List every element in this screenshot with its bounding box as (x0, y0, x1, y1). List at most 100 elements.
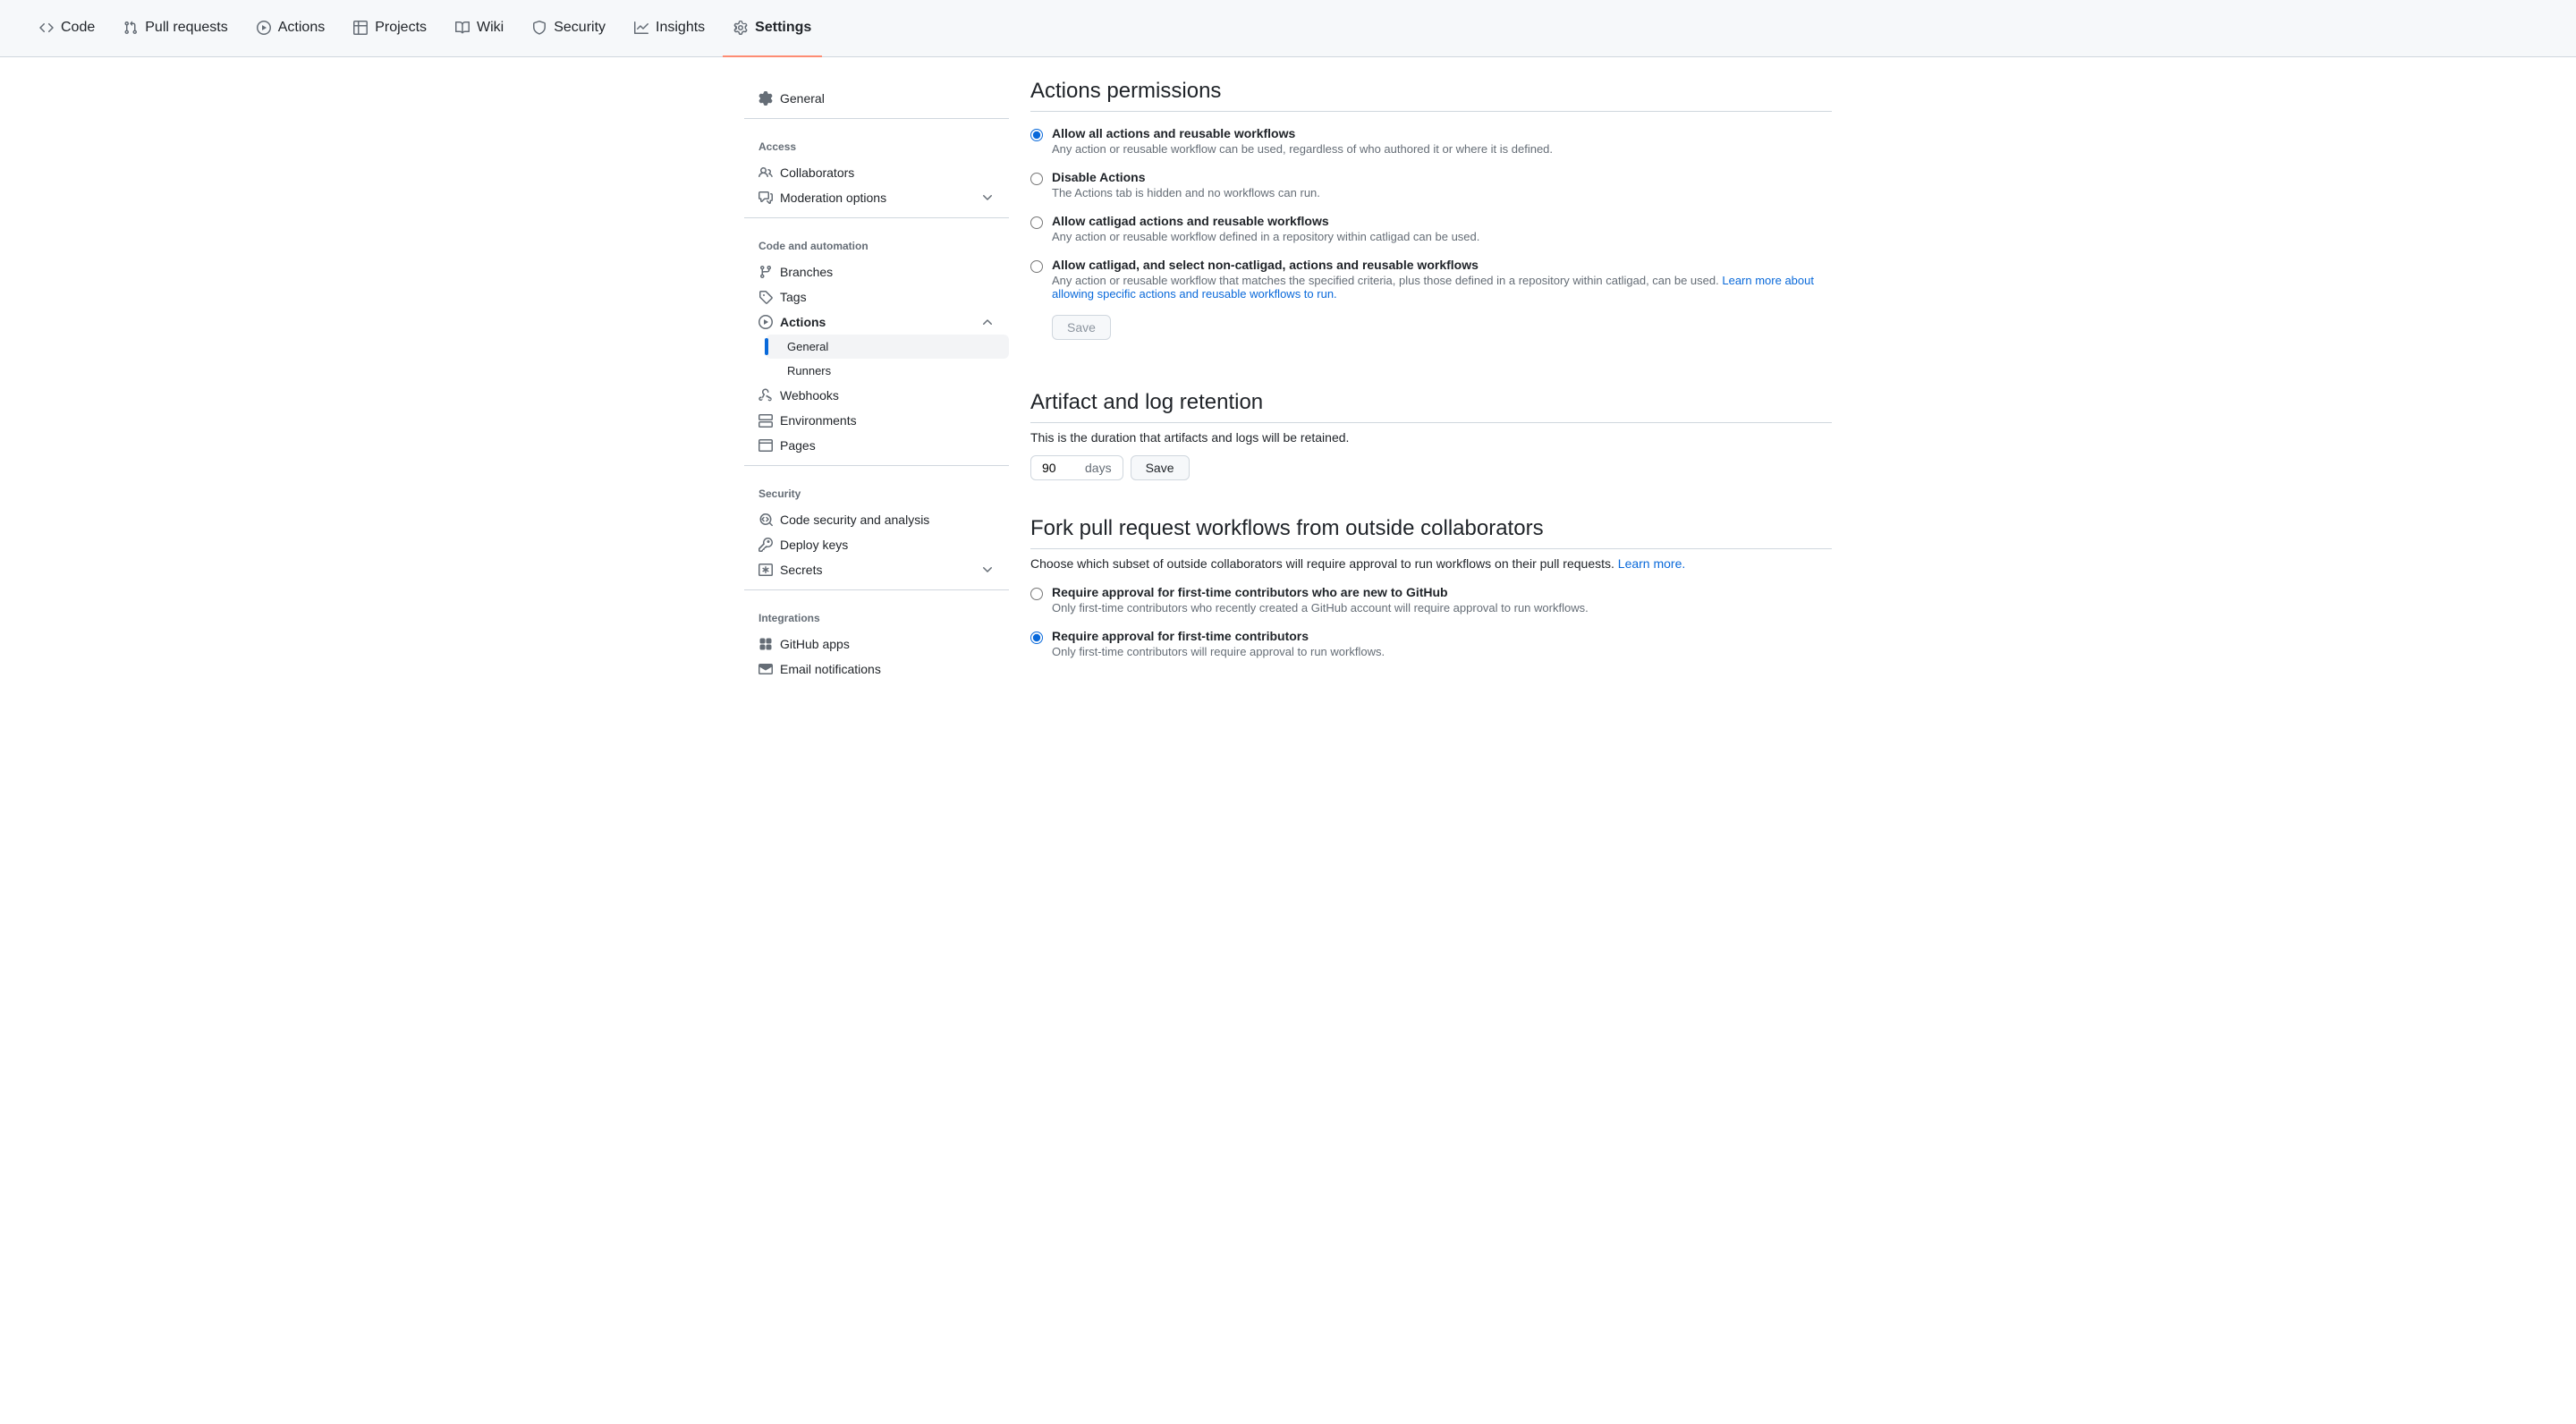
sidebar-item-label: Branches (780, 265, 833, 279)
sidebar-item-webhooks[interactable]: Webhooks (744, 383, 1009, 408)
sidebar-item-actions-general[interactable]: General (766, 335, 1009, 359)
tab-label: Projects (375, 20, 427, 36)
sidebar-item-label: Environments (780, 413, 857, 428)
tab-label: Insights (656, 20, 705, 36)
sidebar-item-label: Runners (787, 364, 831, 377)
fork-desc: Choose which subset of outside collabora… (1030, 556, 1832, 571)
sidebar-item-email-notifications[interactable]: Email notifications (744, 657, 1009, 682)
retention-save-button[interactable]: Save (1131, 455, 1190, 480)
play-icon (758, 315, 773, 329)
radio-disable-actions[interactable] (1030, 173, 1043, 185)
comment-discussion-icon (758, 191, 773, 205)
sidebar-item-environments[interactable]: Environments (744, 408, 1009, 433)
git-pull-request-icon (123, 21, 138, 35)
sidebar-item-branches[interactable]: Branches (744, 259, 1009, 284)
retention-input-wrapper: days (1030, 455, 1123, 480)
server-icon (758, 413, 773, 428)
radio-desc: Only first-time contributors who recentl… (1052, 601, 1589, 615)
apps-icon (758, 637, 773, 651)
sidebar-item-label: Collaborators (780, 165, 854, 180)
radio-label: Disable Actions (1052, 170, 1320, 184)
shield-icon (532, 21, 547, 35)
main-content: Actions permissions Allow all actions an… (1030, 79, 1832, 682)
radio-label: Require approval for first-time contribu… (1052, 585, 1589, 599)
tab-label: Wiki (477, 20, 504, 36)
settings-sidebar: General Access Collaborators Moderation … (744, 79, 1009, 682)
tab-security[interactable]: Security (521, 0, 616, 57)
sidebar-item-label: Webhooks (780, 388, 839, 403)
sidebar-item-pages[interactable]: Pages (744, 433, 1009, 458)
radio-desc: Any action or reusable workflow defined … (1052, 230, 1479, 243)
sidebar-item-secrets[interactable]: Secrets (744, 557, 1009, 582)
sidebar-item-label: Code security and analysis (780, 513, 929, 527)
tab-label: Pull requests (145, 20, 228, 36)
sidebar-item-collaborators[interactable]: Collaborators (744, 160, 1009, 185)
radio-fork-first-time[interactable] (1030, 631, 1043, 644)
tab-code[interactable]: Code (29, 0, 106, 57)
sidebar-heading-integrations: Integrations (744, 605, 1009, 631)
sidebar-item-tags[interactable]: Tags (744, 284, 1009, 309)
radio-desc: Any action or reusable workflow that mat… (1052, 274, 1832, 301)
sidebar-item-label: Actions (780, 315, 826, 329)
tab-projects[interactable]: Projects (343, 0, 437, 57)
sidebar-heading-security: Security (744, 480, 1009, 507)
tag-icon (758, 290, 773, 304)
retention-unit: days (1085, 461, 1112, 475)
chevron-up-icon (980, 315, 995, 329)
radio-label: Require approval for first-time contribu… (1052, 629, 1385, 643)
retention-days-input[interactable] (1042, 461, 1081, 475)
permissions-radio-group: Allow all actions and reusable workflows… (1030, 126, 1832, 340)
sidebar-item-label: General (780, 91, 825, 106)
repo-nav: Code Pull requests Actions Projects Wiki… (0, 0, 2576, 57)
radio-label: Allow catligad actions and reusable work… (1052, 214, 1479, 228)
sidebar-item-label: Moderation options (780, 191, 886, 205)
play-icon (257, 21, 271, 35)
sidebar-item-actions[interactable]: Actions (744, 309, 1009, 335)
radio-allow-all[interactable] (1030, 129, 1043, 141)
sidebar-item-label: Email notifications (780, 662, 881, 676)
radio-allow-select[interactable] (1030, 260, 1043, 273)
radio-label: Allow catligad, and select non-catligad,… (1052, 258, 1832, 272)
graph-icon (634, 21, 648, 35)
sidebar-item-label: Tags (780, 290, 807, 304)
tab-settings[interactable]: Settings (723, 0, 822, 57)
retention-desc: This is the duration that artifacts and … (1030, 430, 1832, 445)
radio-desc: Only first-time contributors will requir… (1052, 645, 1385, 658)
radio-desc-text: Any action or reusable workflow that mat… (1052, 274, 1722, 287)
section-title-fork: Fork pull request workflows from outside… (1030, 516, 1832, 549)
tab-label: Settings (755, 20, 811, 36)
radio-label: Allow all actions and reusable workflows (1052, 126, 1553, 140)
tab-label: Code (61, 20, 95, 36)
radio-allow-org[interactable] (1030, 216, 1043, 229)
sidebar-item-github-apps[interactable]: GitHub apps (744, 631, 1009, 657)
tab-pulls[interactable]: Pull requests (113, 0, 239, 57)
mail-icon (758, 662, 773, 676)
fork-radio-group: Require approval for first-time contribu… (1030, 585, 1832, 658)
fork-desc-text: Choose which subset of outside collabora… (1030, 556, 1618, 571)
sidebar-item-deploy-keys[interactable]: Deploy keys (744, 532, 1009, 557)
sidebar-item-label: Deploy keys (780, 538, 848, 552)
book-icon (455, 21, 470, 35)
tab-wiki[interactable]: Wiki (445, 0, 514, 57)
table-icon (353, 21, 368, 35)
section-title-permissions: Actions permissions (1030, 79, 1832, 112)
sidebar-item-actions-runners[interactable]: Runners (766, 359, 1009, 383)
sidebar-item-general[interactable]: General (744, 86, 1009, 111)
tab-actions[interactable]: Actions (246, 0, 335, 57)
sidebar-item-moderation[interactable]: Moderation options (744, 185, 1009, 210)
sidebar-item-label: Pages (780, 438, 816, 453)
tab-insights[interactable]: Insights (623, 0, 716, 57)
browser-icon (758, 438, 773, 453)
git-branch-icon (758, 265, 773, 279)
code-icon (39, 21, 54, 35)
sidebar-heading-code-auto: Code and automation (744, 233, 1009, 259)
key-asterisk-icon (758, 563, 773, 577)
save-button[interactable]: Save (1052, 315, 1111, 340)
sidebar-item-code-security[interactable]: Code security and analysis (744, 507, 1009, 532)
radio-desc: The Actions tab is hidden and no workflo… (1052, 186, 1320, 199)
fork-learn-more-link[interactable]: Learn more. (1618, 556, 1685, 571)
gear-icon (758, 91, 773, 106)
codescan-icon (758, 513, 773, 527)
tab-label: Security (554, 20, 606, 36)
radio-fork-new-github[interactable] (1030, 588, 1043, 600)
